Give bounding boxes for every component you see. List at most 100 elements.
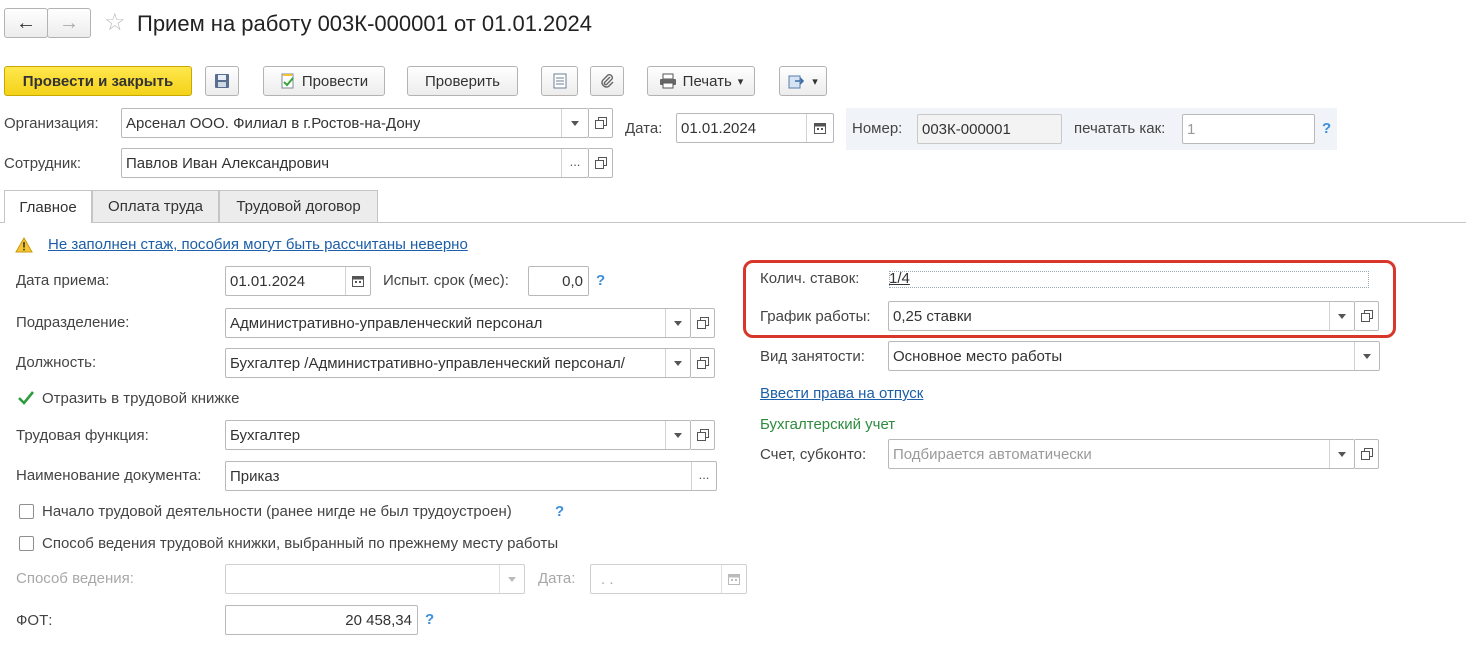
employee-select-button[interactable]: ... [561,149,588,177]
account-field[interactable]: Подбирается автоматически [888,439,1355,469]
print-as-field[interactable]: 1 [1182,114,1315,144]
tabs-baseline [0,222,1466,223]
document-name-select-button[interactable]: ... [691,462,716,490]
function-label: Трудовая функция: [16,427,149,444]
career-start-help-icon[interactable]: ? [555,503,564,520]
probation-help-icon[interactable]: ? [596,272,605,289]
hire-date-field[interactable]: 01.01.2024 [225,266,371,296]
account-dropdown-button[interactable] [1329,440,1354,468]
function-open-button[interactable] [691,420,715,450]
organization-field[interactable]: Арсенал ООО. Филиал в г.Ростов-на-Дону [121,108,589,138]
organization-open-button[interactable] [589,108,613,138]
position-open-button[interactable] [691,348,715,378]
vacation-rights-link[interactable]: Ввести права на отпуск [760,385,923,402]
position-field[interactable]: Бухгалтер /Административно-управленчески… [225,348,691,378]
document-list-icon [553,73,566,89]
warning-icon [15,237,33,253]
document-name-value: Приказ [230,468,280,485]
attach-button[interactable] [590,66,624,96]
employee-value: Павлов Иван Александрович [126,155,330,172]
position-dropdown-button[interactable] [665,349,690,377]
employment-type-dropdown-button[interactable] [1354,342,1379,370]
function-dropdown-button[interactable] [665,421,690,449]
chevron-down-icon [1338,313,1346,319]
department-dropdown-button[interactable] [665,309,690,337]
function-field[interactable]: Бухгалтер [225,420,691,450]
save-button[interactable] [205,66,239,96]
fot-value: 20 458,34 [345,612,412,629]
export-icon [788,75,805,89]
calendar-icon [352,276,364,287]
account-open-button[interactable] [1355,439,1379,469]
post-and-close-button[interactable]: Провести и закрыть [4,66,192,96]
method-date-field[interactable]: . . [590,564,747,594]
account-placeholder: Подбирается автоматически [893,446,1092,463]
fot-help-icon[interactable]: ? [425,611,434,628]
check-label: Проверить [424,72,500,90]
date-label: Дата: [625,120,663,137]
probation-field[interactable]: 0,0 [528,266,589,296]
back-button[interactable]: ← [4,8,48,38]
tab-payment-label: Оплата труда [108,198,203,215]
rates-field[interactable] [889,271,1369,288]
open-window-icon [1360,310,1373,322]
forward-button[interactable]: → [47,8,91,38]
schedule-open-button[interactable] [1355,301,1379,331]
print-menu-button[interactable]: Печать ▾ [647,66,755,96]
employee-open-button[interactable] [589,148,613,178]
organization-value: Арсенал ООО. Филиал в г.Ростов-на-Дону [126,115,421,132]
date-calendar-button[interactable] [806,114,833,142]
document-name-label: Наименование документа: [16,467,202,484]
employee-field[interactable]: Павлов Иван Александрович ... [121,148,589,178]
chevron-down-icon [674,320,682,326]
method-date-calendar-button[interactable] [721,565,746,593]
post-label: Провести [301,72,369,90]
position-label: Должность: [16,354,97,371]
organization-dropdown-button[interactable] [561,109,588,137]
arrow-right-icon: → [59,11,79,34]
workbook-checkbox[interactable] [17,389,35,407]
post-document-icon [281,73,294,89]
workbook-method-checkbox[interactable] [19,536,34,551]
open-window-icon [594,117,607,129]
account-label: Счет, субконто: [760,446,867,463]
function-value: Бухгалтер [230,427,301,444]
probation-value: 0,0 [562,273,583,290]
open-window-icon [594,157,607,169]
print-label: Печать [682,72,732,90]
print-as-help-icon[interactable]: ? [1322,120,1331,137]
check-button[interactable]: Проверить [407,66,518,96]
department-open-button[interactable] [691,308,715,338]
post-button[interactable]: Провести [263,66,385,96]
report-button[interactable] [541,66,578,96]
floppy-disk-icon [215,74,229,88]
schedule-label: График работы: [760,308,871,325]
document-name-field[interactable]: Приказ ... [225,461,717,491]
missing-experience-warning-link[interactable]: Не заполнен стаж, пособия могут быть рас… [48,236,468,253]
career-start-checkbox[interactable] [19,504,34,519]
tab-main[interactable]: Главное [4,190,92,223]
number-field[interactable]: 003К-000001 [917,114,1062,144]
open-window-icon [696,357,709,369]
hire-date-value: 01.01.2024 [230,273,306,290]
rates-label: Колич. ставок: [760,270,860,287]
fot-field[interactable]: 20 458,34 [225,605,418,635]
department-field[interactable]: Административно-управленческий персонал [225,308,691,338]
hire-date-label: Дата приема: [16,272,110,289]
favorite-star-icon[interactable]: ☆ [104,8,126,37]
employee-label: Сотрудник: [4,155,82,172]
schedule-dropdown-button[interactable] [1329,302,1354,330]
schedule-field[interactable]: 0,25 ставки [888,301,1355,331]
method-field[interactable] [225,564,525,594]
tab-payment[interactable]: Оплата труда [92,190,219,222]
method-dropdown-button[interactable] [499,565,524,593]
tab-labor-contract[interactable]: Трудовой договор [219,190,378,222]
date-value: 01.01.2024 [681,120,757,137]
number-label: Номер: [852,120,903,137]
date-field[interactable]: 01.01.2024 [676,113,834,143]
rates-value-link[interactable]: 1/4 [889,270,910,287]
arrow-left-icon: ← [16,11,36,34]
employment-type-field[interactable]: Основное место работы [888,341,1380,371]
hire-date-calendar-button[interactable] [345,267,370,295]
more-actions-button[interactable]: ▾ [779,66,827,96]
